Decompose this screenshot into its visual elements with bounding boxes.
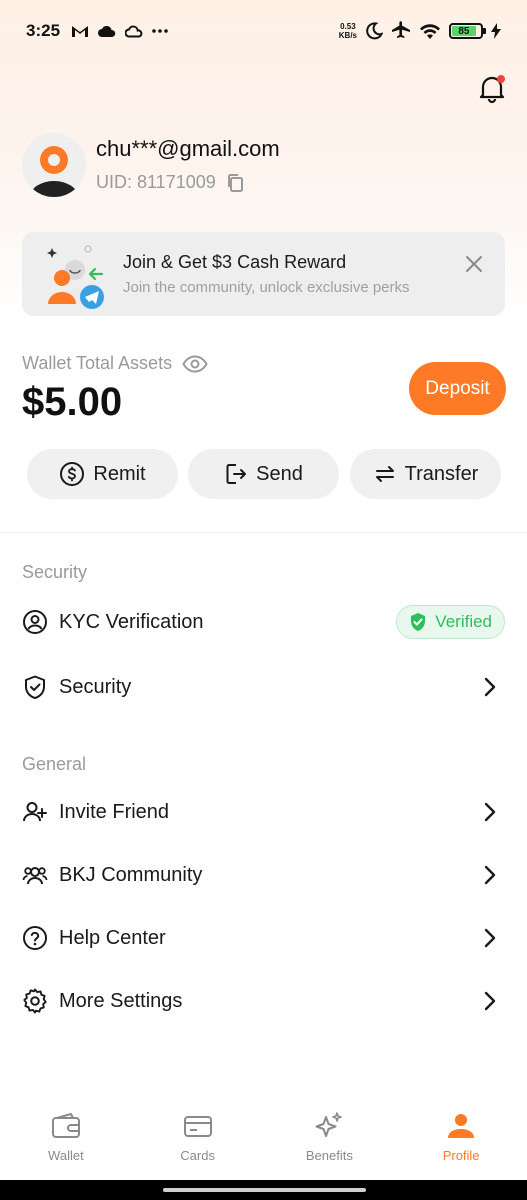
general-section-title: General [22,754,87,774]
uid-text: UID: 81171009 [96,172,216,192]
chevron-right-icon [479,676,501,698]
transfer-icon [375,466,394,482]
transfer-label: Transfer [404,462,479,485]
eye-icon[interactable] [182,354,208,373]
nav-label: Profile [442,1148,480,1163]
question-circle-icon [22,925,48,951]
chevron-right-icon [479,801,501,823]
nav-label: Benefits [305,1148,353,1163]
person-icon [448,1114,475,1138]
avatar-icon [30,146,78,197]
bell-icon [479,75,505,104]
sparkle-icon [315,1112,343,1137]
status-bar: 3:25 0.53 KB/s 85 [0,0,527,62]
gmail-icon [72,26,89,37]
shield-check-icon [22,674,48,700]
send-label: Send [256,462,303,485]
menu-item-invite-friend[interactable]: Invite Friend [22,792,505,832]
gear-icon [22,988,48,1014]
status-time: 3:25 [26,21,61,40]
verified-label: Verified [435,612,492,631]
menu-item-help-center[interactable]: Help Center [22,918,505,958]
deposit-button[interactable]: Deposit [409,362,506,415]
airplane-icon [392,21,410,38]
wallet-label: Wallet Total Assets [22,353,173,373]
users-icon [22,862,48,888]
chevron-right-icon [479,864,501,886]
charging-icon [491,23,501,39]
wallet-label-row: Wallet Total Assets [22,353,208,374]
home-gesture-handle[interactable] [163,1188,366,1192]
chevron-right-icon [479,990,501,1012]
account-email: chu***@gmail.com [96,136,280,161]
menu-item-label: Invite Friend [59,800,170,823]
wallet-total-amount: $5.00 [22,380,123,424]
menu-item-security[interactable]: Security [22,667,505,707]
close-icon[interactable] [462,252,486,276]
send-out-icon [226,464,247,484]
notification-button[interactable] [476,72,508,104]
menu-item-label: KYC Verification [59,610,204,633]
copy-icon[interactable] [226,173,244,193]
user-plus-icon [22,799,48,825]
menu-item-label: Help Center [59,926,166,949]
community-reward-illustration [47,245,104,309]
dollar-cycle-icon [60,462,85,486]
transfer-button[interactable]: Transfer [350,449,501,499]
cloud-outline-icon [125,25,143,37]
user-circle-icon [22,609,48,635]
nav-label: Wallet [48,1148,84,1163]
nav-tab-benefits[interactable]: Benefits [264,1102,396,1180]
shield-check-filled-icon [411,613,426,631]
menu-item-label: More Settings [59,989,183,1012]
menu-item-label: Security [59,675,132,698]
bottom-nav: Wallet Cards Benefits Profile [0,1102,527,1180]
avatar[interactable] [22,133,86,197]
network-speed: 0.53 KB/s [338,22,357,40]
send-button[interactable]: Send [188,449,339,499]
menu-item-bkj-community[interactable]: BKJ Community [22,855,505,895]
nav-tab-wallet[interactable]: Wallet [0,1102,132,1180]
wallet-icon [51,1113,80,1138]
remit-button[interactable]: Remit [27,449,178,499]
banner-title: Join & Get $3 Cash Reward [123,252,347,272]
section-divider [0,532,527,533]
battery-icon: 85 [449,23,486,39]
menu-item-more-settings[interactable]: More Settings [22,981,505,1021]
more-dots-icon [152,29,168,33]
unread-dot [497,75,505,83]
nav-label: Cards [180,1148,215,1163]
security-section-title: Security [22,562,88,582]
nav-tab-cards[interactable]: Cards [132,1102,264,1180]
menu-item-kyc-verification[interactable]: KYC Verification Verified [22,602,505,642]
cloud-icon [98,25,116,37]
card-icon [183,1116,212,1137]
chevron-right-icon [479,927,501,949]
promo-banner[interactable]: Join & Get $3 Cash Reward Join the commu… [22,232,505,316]
menu-item-label: BKJ Community [59,863,203,886]
moon-icon [366,22,383,40]
wifi-icon [420,23,440,39]
verified-badge: Verified [396,605,505,639]
uid-row: UID: 81171009 [96,172,244,193]
nav-tab-profile[interactable]: Profile [395,1102,527,1180]
remit-label: Remit [93,462,146,485]
banner-subtitle: Join the community, unlock exclusive per… [123,279,410,296]
battery-level: 85 [452,26,476,37]
